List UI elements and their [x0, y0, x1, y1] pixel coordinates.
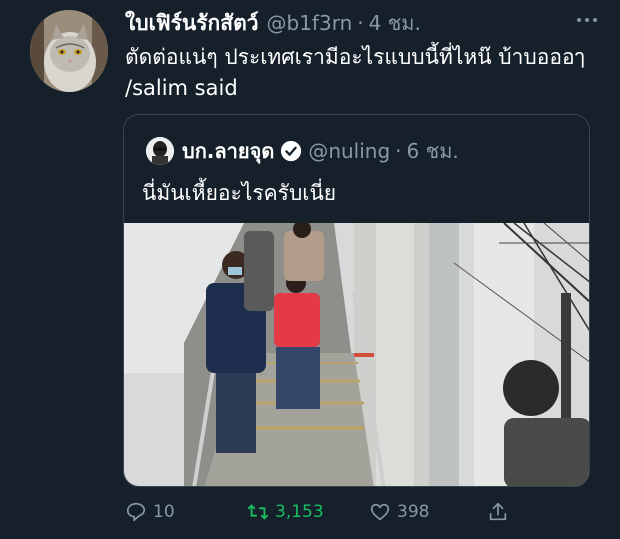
quoted-separator-dot: ·: [395, 139, 402, 163]
tweet-time[interactable]: 4 ชม.: [369, 7, 421, 39]
like-count: 398: [397, 502, 430, 522]
quoted-display-name[interactable]: บก.ลายจุด: [182, 135, 274, 167]
quoted-text: นี่มันเหี้ยอะไรครับเนี่ย: [142, 181, 337, 205]
tweet-text: ตัดต่อแน่ๆ ประเทศเรามีอะไรแบบนี้ที่ไหน๊ …: [125, 45, 585, 100]
retweet-button[interactable]: 3,153: [247, 496, 324, 528]
quoted-header: บก.ลายจุด @nuling · 6 ชม.: [182, 135, 459, 167]
separator-dot: ·: [357, 11, 364, 35]
display-name[interactable]: ใบเฟิร์นรักสัตว์: [125, 7, 259, 40]
reply-button[interactable]: 10: [125, 496, 175, 528]
quoted-avatar-image: [146, 137, 174, 165]
quoted-time[interactable]: 6 ชม.: [407, 135, 459, 167]
quoted-tweet[interactable]: บก.ลายจุด @nuling · 6 ชม. นี่มันเหี้ยอะไ…: [123, 114, 590, 487]
reply-count: 10: [153, 502, 175, 522]
quoted-handle[interactable]: @nuling: [308, 139, 390, 163]
tweet-header: ใบเฟิร์นรักสัตว์ @b1f3rn · 4 ชม.: [125, 6, 600, 40]
like-button[interactable]: 398: [369, 496, 429, 528]
cat-avatar-image: [30, 10, 108, 92]
retweet-count: 3,153: [275, 502, 324, 522]
retweet-icon: [247, 504, 269, 520]
like-icon: [370, 503, 390, 521]
quoted-photo[interactable]: [124, 223, 589, 486]
share-button[interactable]: [487, 496, 509, 528]
tweet-actions: 10 3,153 398: [125, 496, 525, 528]
reply-icon: [126, 502, 146, 522]
escalator-photo-image: [124, 223, 589, 486]
user-handle[interactable]: @b1f3rn: [267, 11, 353, 35]
verified-icon: [281, 140, 302, 162]
quoted-avatar[interactable]: [146, 137, 174, 165]
share-icon: [489, 502, 507, 521]
more-icon[interactable]: [572, 8, 602, 32]
tweet[interactable]: ใบเฟิร์นรักสัตว์ @b1f3rn · 4 ชม. ตัดต่อแ…: [0, 0, 620, 539]
avatar[interactable]: [30, 10, 108, 92]
